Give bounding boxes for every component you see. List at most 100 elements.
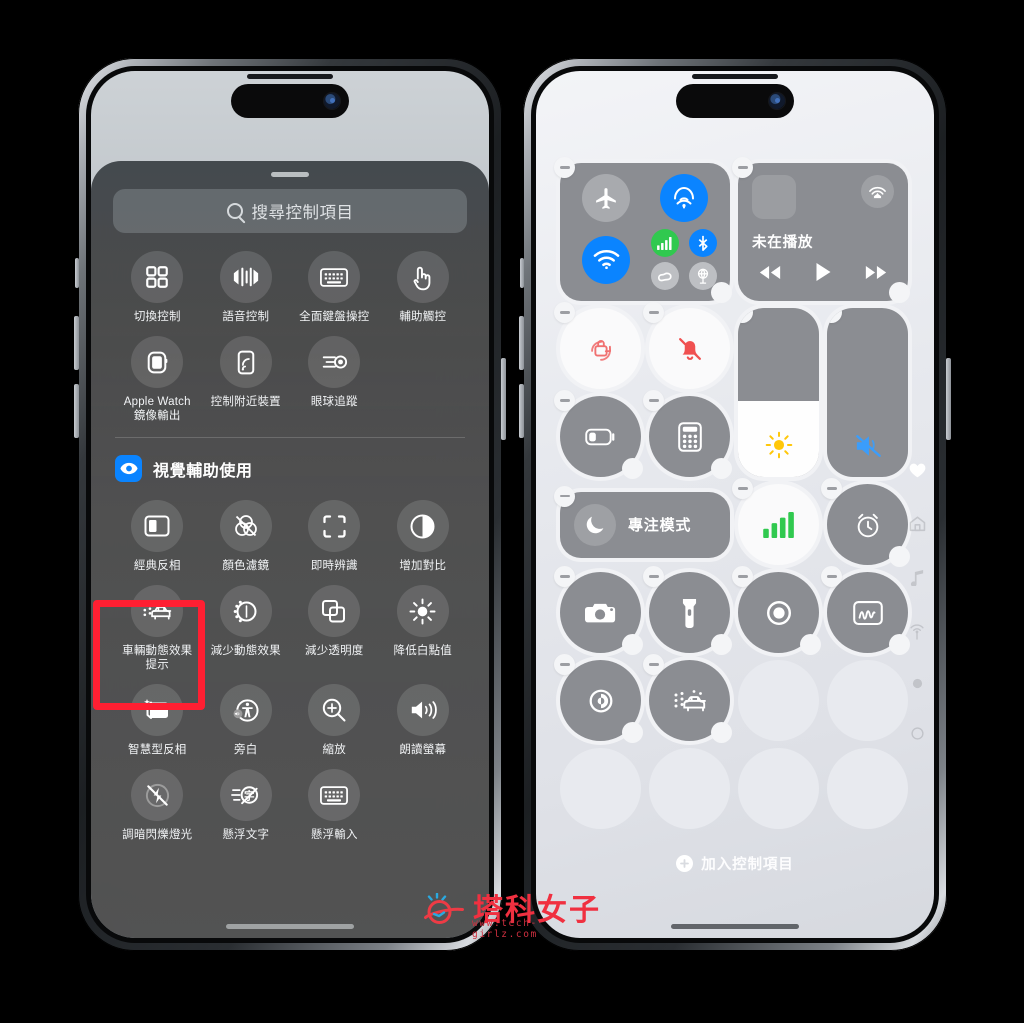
resize-handle[interactable]: [622, 458, 643, 479]
resize-handle[interactable]: [622, 722, 643, 743]
cellular-tile[interactable]: [732, 478, 819, 565]
home-indicator[interactable]: [226, 924, 354, 929]
flashlight-tile[interactable]: [643, 566, 732, 655]
brightness-slider[interactable]: [738, 308, 819, 477]
control-item-color-filters[interactable]: 顏色濾鏡: [202, 492, 291, 573]
resize-handle[interactable]: [800, 634, 821, 655]
volume-slider[interactable]: [827, 308, 908, 477]
empty-slot[interactable]: [738, 660, 819, 741]
resize-handle[interactable]: [711, 458, 732, 479]
dot-filled-icon[interactable]: [912, 678, 923, 689]
resize-handle[interactable]: [711, 282, 732, 303]
camera-tile[interactable]: [554, 566, 643, 655]
control-item-switch-control[interactable]: 切換控制: [113, 243, 202, 324]
control-item-increase-contrast[interactable]: 增加對比: [379, 492, 468, 573]
focus-mode-tile[interactable]: 專注模式: [554, 485, 730, 558]
remove-icon[interactable]: [732, 157, 753, 178]
now-playing-module[interactable]: 未在播放: [732, 157, 910, 303]
resize-handle[interactable]: [889, 634, 910, 655]
remove-icon[interactable]: [554, 485, 575, 507]
airplay-icon[interactable]: [861, 175, 894, 208]
remove-icon[interactable]: [827, 308, 842, 323]
empty-slot[interactable]: [827, 660, 908, 741]
remove-icon[interactable]: [554, 390, 575, 411]
empty-slot[interactable]: [738, 748, 819, 829]
volume-up-button[interactable]: [74, 316, 79, 370]
empty-slot[interactable]: [649, 748, 730, 829]
connectivity-icon[interactable]: [908, 624, 926, 640]
control-item-vehicle-motion-cues[interactable]: 車輛動態效果 提示: [113, 577, 202, 672]
airplane-icon[interactable]: [582, 174, 631, 222]
wifi-icon[interactable]: [582, 235, 631, 284]
notes-tile[interactable]: [821, 566, 910, 655]
control-item-apple-watch-mirroring[interactable]: Apple Watch 鏡像輸出: [113, 328, 202, 423]
remove-icon[interactable]: [821, 566, 842, 587]
power-button[interactable]: [501, 358, 506, 440]
silent-mode-tile[interactable]: [643, 302, 730, 389]
remove-icon[interactable]: [643, 566, 664, 587]
control-item-speak-screen[interactable]: 朗讀螢幕: [379, 676, 468, 757]
remove-icon[interactable]: [554, 157, 575, 178]
control-item-hover-text[interactable]: 字 懸浮文字: [202, 761, 291, 842]
control-item-control-nearby-devices[interactable]: 控制附近裝置: [202, 328, 291, 423]
rewind-icon[interactable]: [758, 265, 782, 280]
control-item-classic-invert[interactable]: 經典反相: [113, 492, 202, 573]
screen-record-tile[interactable]: [732, 566, 821, 655]
home-indicator[interactable]: [671, 924, 799, 929]
music-note-icon[interactable]: [910, 570, 925, 586]
connectivity-module[interactable]: [554, 157, 732, 303]
remove-icon[interactable]: [554, 654, 575, 675]
control-item-voice-control[interactable]: 語音控制: [202, 243, 291, 324]
calculator-tile[interactable]: [643, 390, 732, 479]
control-item-eye-tracking[interactable]: 眼球追蹤: [290, 328, 379, 423]
remove-icon[interactable]: [732, 478, 753, 499]
resize-handle[interactable]: [711, 634, 732, 655]
remove-icon[interactable]: [643, 654, 664, 675]
control-item-reduce-motion[interactable]: 減少動態效果: [202, 577, 291, 672]
control-item-live-recognition[interactable]: 即時辨識: [290, 492, 379, 573]
resize-handle[interactable]: [711, 722, 732, 743]
dark-mode-tile[interactable]: [554, 654, 643, 743]
volume-up-button[interactable]: [519, 316, 524, 370]
remove-icon[interactable]: [821, 478, 842, 499]
control-item-reduce-white-point[interactable]: 降低白點值: [379, 577, 468, 672]
add-control-button[interactable]: 加入控制項目: [536, 853, 934, 874]
mute-switch[interactable]: [520, 258, 524, 288]
bluetooth-icon[interactable]: [688, 229, 717, 257]
rotation-lock-tile[interactable]: [554, 302, 641, 389]
control-item-reduce-transparency[interactable]: 減少透明度: [290, 577, 379, 672]
vehicle-motion-cues-tile[interactable]: [643, 654, 732, 743]
remove-icon[interactable]: [643, 302, 664, 323]
volume-down-button[interactable]: [519, 384, 524, 438]
empty-slot[interactable]: [827, 748, 908, 829]
airdrop-icon[interactable]: [659, 174, 708, 222]
low-power-mode-tile[interactable]: [554, 390, 643, 479]
resize-handle[interactable]: [889, 546, 910, 567]
cellular-bars-icon[interactable]: [650, 229, 679, 257]
control-item-full-keyboard-access[interactable]: 全面鍵盤操控: [290, 243, 379, 324]
control-item-dim-flashing-lights[interactable]: 調暗閃爍燈光: [113, 761, 202, 842]
alarm-tile[interactable]: [821, 478, 910, 567]
resize-handle[interactable]: [889, 282, 910, 303]
personal-hotspot-icon[interactable]: [650, 262, 679, 290]
control-item-zoom[interactable]: 縮放: [290, 676, 379, 757]
play-icon[interactable]: [815, 262, 832, 282]
control-item-smart-invert[interactable]: 智慧型反相: [113, 676, 202, 757]
dot-outline-icon[interactable]: [910, 727, 924, 740]
heart-icon[interactable]: [909, 463, 926, 478]
sheet-grabber[interactable]: [271, 172, 309, 177]
resize-handle[interactable]: [622, 634, 643, 655]
volume-down-button[interactable]: [74, 384, 79, 438]
remove-icon[interactable]: [643, 390, 664, 411]
remove-icon[interactable]: [554, 566, 575, 587]
remove-icon[interactable]: [554, 302, 575, 323]
power-button[interactable]: [946, 358, 951, 440]
mute-switch[interactable]: [75, 258, 79, 288]
empty-slot[interactable]: [560, 748, 641, 829]
fast-forward-icon[interactable]: [864, 265, 888, 280]
remove-icon[interactable]: [732, 566, 753, 587]
remove-icon[interactable]: [738, 308, 753, 323]
control-item-assistive-touch[interactable]: 輔助觸控: [379, 243, 468, 324]
search-input[interactable]: 搜尋控制項目: [113, 189, 467, 233]
home-icon[interactable]: [909, 516, 926, 532]
